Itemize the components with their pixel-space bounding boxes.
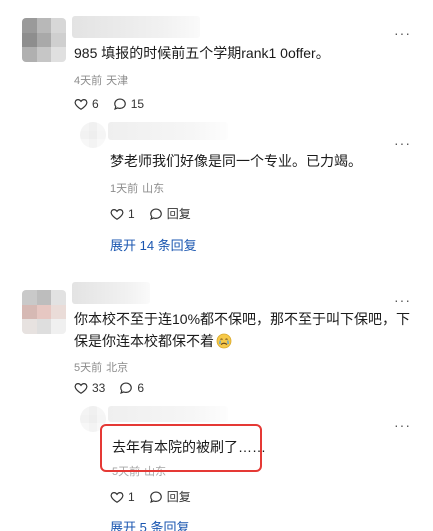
reply-button[interactable]: 回复 (149, 205, 191, 222)
expand-replies-link[interactable]: 展开 14 条回复 (110, 235, 197, 254)
like-count: 1 (128, 489, 135, 504)
more-options-button[interactable]: ··· (394, 136, 411, 150)
like-count: 1 (128, 206, 135, 221)
reply-count: 6 (137, 381, 145, 395)
like-count: 6 (92, 97, 99, 111)
like-button[interactable]: 6 (74, 97, 99, 111)
reply-count: 15 (130, 97, 145, 111)
comment-actions: 33 6 (74, 381, 158, 395)
username[interactable] (72, 16, 200, 38)
comment-text: 985 填报的时候前五个学期rank1 0offer。 (74, 45, 330, 61)
like-count: 33 (92, 381, 106, 395)
comment-thread: ··· 985 填报的时候前五个学期rank1 0offer。 4天前 天津 6 … (0, 0, 433, 531)
more-options-button[interactable]: ··· (394, 418, 411, 432)
crying-face-icon (216, 333, 232, 349)
reply-avatar[interactable] (80, 122, 106, 148)
like-button[interactable]: 1 (110, 207, 135, 221)
expand-replies-link[interactable]: 展开 5 条回复 (110, 517, 189, 531)
reply-text: 梦老师我们好像是同一个专业。已力竭。 (110, 153, 362, 169)
highlight-box (100, 424, 262, 472)
reply-button[interactable]: 6 (119, 381, 144, 395)
comment-actions: 6 15 (74, 97, 158, 111)
heart-icon (74, 99, 88, 110)
reply-username[interactable] (108, 406, 228, 422)
comment-bubble-icon (120, 382, 133, 394)
comment-meta: 5天前 北京 (74, 359, 128, 375)
comment-time: 5天前 (74, 362, 103, 374)
reply-label: 回复 (166, 490, 191, 504)
reply-label: 回复 (166, 207, 191, 221)
comment-bubble-icon (149, 207, 162, 220)
comment-text: 你本校不至于连10%都不保吧，那不至于叫下保吧，下保是你连本校都保不着 (74, 308, 414, 352)
reply-button[interactable]: 15 (113, 97, 144, 111)
reply-button[interactable]: 回复 (149, 488, 191, 505)
heart-icon (110, 208, 124, 220)
reply-username[interactable] (108, 122, 228, 140)
comment-meta: 4天前 天津 (74, 72, 128, 88)
reply-actions: 1 回复 (110, 205, 205, 222)
comment-time: 4天前 (74, 75, 103, 87)
username[interactable] (72, 282, 150, 304)
comment-text-content: 你本校不至于连10%都不保吧，那不至于叫下保吧，下保是你连本校都保不着 (74, 311, 411, 349)
comment-location: 北京 (106, 362, 129, 374)
like-button[interactable]: 33 (74, 381, 105, 395)
avatar[interactable] (22, 290, 66, 334)
reply-time: 1天前 (110, 183, 139, 195)
reply-actions: 1 回复 (110, 488, 205, 505)
comment-bubble-icon (149, 490, 162, 503)
comment-bubble-icon (113, 98, 126, 110)
more-options-button[interactable]: ··· (394, 26, 411, 40)
more-options-button[interactable]: ··· (394, 293, 411, 307)
reply-meta: 1天前 山东 (110, 180, 164, 196)
reply-location: 山东 (142, 183, 165, 195)
avatar[interactable] (22, 18, 66, 62)
heart-icon (74, 383, 88, 394)
heart-icon (110, 491, 124, 503)
comment-location: 天津 (106, 75, 129, 87)
like-button[interactable]: 1 (110, 490, 135, 504)
